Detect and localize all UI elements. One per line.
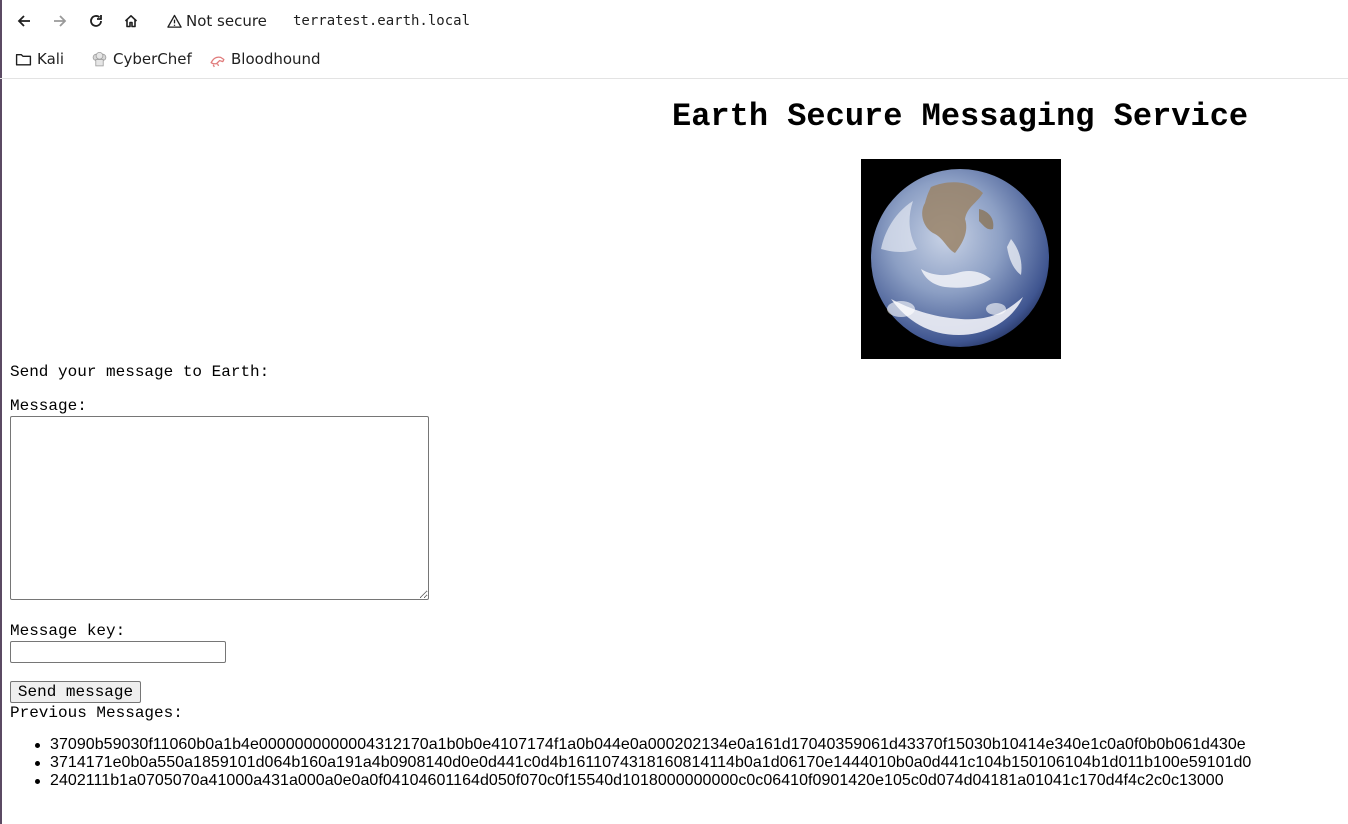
folder-icon	[15, 53, 32, 66]
message-item: 37090b59030f11060b0a1b4e0000000000004312…	[0, 736, 1348, 754]
security-indicator[interactable]: Not secure	[167, 11, 267, 31]
send-prompt: Send your message to Earth:	[10, 363, 270, 381]
reload-icon	[90, 15, 102, 27]
back-icon	[17, 15, 30, 27]
message-item: 3714171e0b0a550a1859101d064b160a191a4b09…	[0, 754, 1348, 772]
bookmark-kali[interactable]: Kali	[15, 48, 64, 70]
bookmark-cyberchef[interactable]: CyberChef	[91, 48, 192, 70]
security-label: Not secure	[186, 12, 267, 30]
message-label: Message:	[10, 397, 87, 415]
message-key-input[interactable]	[10, 641, 226, 663]
chef-hat-icon	[92, 51, 107, 66]
bookmark-label: Kali	[37, 50, 65, 68]
back-button[interactable]	[11, 8, 37, 34]
forward-button[interactable]	[47, 8, 73, 34]
bookmark-label: CyberChef	[113, 50, 192, 68]
page-title: Earth Secure Messaging Service	[672, 98, 1249, 135]
bookmarks-bar: Kali CyberChef Bloodhound	[0, 44, 1348, 79]
forward-icon	[54, 15, 67, 27]
reload-button[interactable]	[83, 8, 109, 34]
home-icon	[124, 15, 138, 28]
previous-messages-list: 37090b59030f11060b0a1b4e0000000000004312…	[0, 736, 1348, 790]
address-bar[interactable]: terratest.earth.local	[293, 11, 470, 31]
bloodhound-icon	[210, 55, 225, 67]
earth-image	[861, 159, 1061, 359]
bookmark-bloodhound[interactable]: Bloodhound	[209, 48, 321, 70]
page-content: Earth Secure Messaging Service Send your	[0, 79, 1348, 824]
send-message-button[interactable]: Send message	[10, 681, 141, 703]
browser-toolbar: Not secure terratest.earth.local	[0, 0, 1348, 42]
bookmark-label: Bloodhound	[231, 50, 321, 68]
message-textarea[interactable]	[10, 416, 429, 600]
warning-icon	[167, 14, 182, 28]
message-item: 2402111b1a0705070a41000a431a000a0e0a0f04…	[0, 772, 1348, 790]
previous-messages-label: Previous Messages:	[10, 704, 183, 722]
home-button[interactable]	[118, 8, 144, 34]
message-key-label: Message key:	[10, 622, 126, 640]
